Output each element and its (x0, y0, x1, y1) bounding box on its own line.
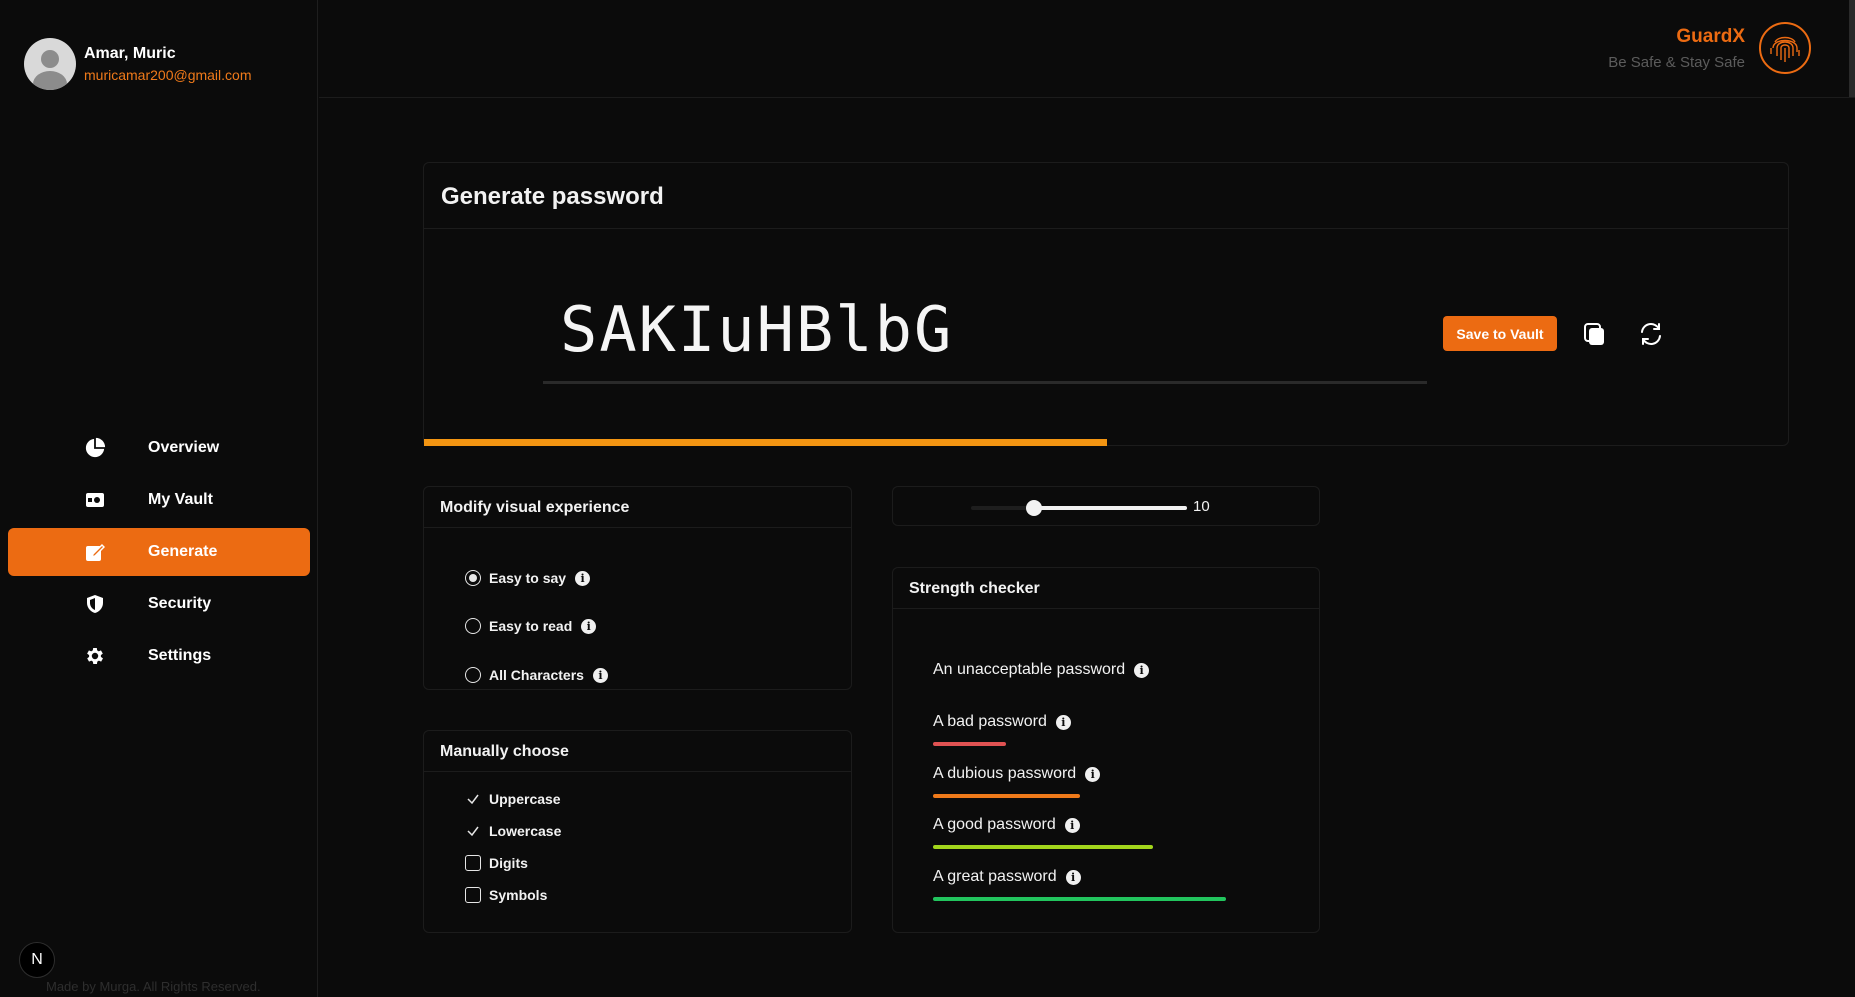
section-title: Strength checker (893, 568, 1319, 609)
sidebar-item-label: Overview (148, 439, 220, 456)
strength-level-bad: A bad password i (933, 713, 1071, 731)
radio-button[interactable] (465, 618, 481, 634)
generate-password-card: Generate password SAKIuHBlbG Save to Vau… (423, 162, 1789, 446)
slider-thumb[interactable] (1025, 500, 1042, 516)
brand-tagline: Be Safe & Stay Safe (1608, 54, 1745, 71)
option-label: Easy to read (489, 618, 573, 634)
length-slider-card: 10 (892, 486, 1320, 526)
sidebar: Amar, Muric muricamar200@gmail.com Overv… (0, 0, 318, 997)
sidebar-item-label: Security (148, 595, 212, 612)
user-email: muricamar200@gmail.com (84, 67, 252, 83)
info-icon[interactable]: i (1064, 817, 1080, 833)
edit-icon (83, 540, 107, 564)
strength-level-bar (933, 742, 1007, 746)
info-icon[interactable]: i (1134, 662, 1150, 678)
strength-level-good: A good password i (933, 816, 1080, 834)
info-icon[interactable]: i (1055, 714, 1071, 730)
info-icon[interactable]: i (575, 570, 591, 586)
vault-icon (83, 488, 107, 512)
radio-easy-to-read[interactable]: Easy to read i (465, 618, 597, 634)
scrollbar[interactable] (1849, 0, 1855, 97)
pie-chart-icon (83, 436, 107, 460)
checkbox[interactable] (465, 823, 481, 839)
radio-button[interactable] (465, 570, 481, 586)
card-title: Generate password (424, 163, 1788, 229)
option-label: Easy to say (489, 570, 567, 586)
sidebar-item-security[interactable]: Security (8, 580, 310, 628)
fingerprint-icon (1759, 22, 1811, 74)
radio-easy-to-say[interactable]: Easy to say i (465, 570, 591, 586)
checkbox-digits[interactable]: Digits (465, 855, 528, 871)
info-icon[interactable]: i (1085, 766, 1101, 782)
checkbox[interactable] (465, 887, 481, 903)
user-profile[interactable]: Amar, Muric muricamar200@gmail.com (24, 38, 251, 90)
checkbox[interactable] (465, 855, 481, 871)
sidebar-item-label: Settings (148, 647, 212, 664)
option-label: All Characters (489, 667, 584, 683)
level-label: A great password (933, 868, 1057, 885)
checkbox-lowercase[interactable]: Lowercase (465, 823, 561, 839)
sidebar-item-label: My Vault (148, 491, 213, 508)
strength-level-great: A great password i (933, 868, 1081, 886)
sidebar-item-overview[interactable]: Overview (8, 424, 310, 472)
info-icon[interactable]: i (1065, 869, 1081, 885)
sidebar-item-label: Generate (148, 543, 218, 560)
refresh-icon[interactable] (1637, 320, 1665, 348)
gear-icon (83, 644, 107, 668)
option-label: Lowercase (489, 823, 562, 839)
password-strength-bar (424, 439, 1790, 446)
password-strength-fill (424, 439, 1107, 446)
info-icon[interactable]: i (592, 667, 608, 683)
password-underline (543, 381, 1427, 384)
generated-password[interactable]: SAKIuHBlbG (560, 293, 953, 366)
checkbox-symbols[interactable]: Symbols (465, 887, 547, 903)
option-label: Digits (489, 855, 528, 871)
slider-fill (1033, 506, 1187, 510)
option-label: Uppercase (489, 791, 561, 807)
strength-checker-card: Strength checker An unacceptable passwor… (892, 567, 1320, 933)
section-title: Manually choose (424, 731, 851, 772)
shield-icon (83, 592, 107, 616)
brand-name: GuardX (1676, 26, 1745, 47)
level-label: A dubious password (933, 765, 1077, 782)
strength-level-dubious: A dubious password i (933, 765, 1101, 783)
info-icon[interactable]: i (581, 618, 597, 634)
strength-level-bar (933, 897, 1226, 901)
sidebar-nav: Overview My Vault Generate Security Sett… (8, 424, 310, 684)
strength-level-bar (933, 794, 1080, 798)
save-to-vault-button[interactable]: Save to Vault (1443, 316, 1557, 351)
level-label: A good password (933, 816, 1056, 833)
level-label: An unacceptable password (933, 661, 1126, 678)
checkbox-uppercase[interactable]: Uppercase (465, 791, 561, 807)
section-title: Modify visual experience (424, 487, 851, 528)
strength-level-bar (933, 845, 1153, 849)
radio-button[interactable] (465, 667, 481, 683)
sidebar-item-generate[interactable]: Generate (8, 528, 310, 576)
option-label: Symbols (489, 887, 548, 903)
sidebar-item-my-vault[interactable]: My Vault (8, 476, 310, 524)
footer-copyright: Made by Murga. All Rights Reserved. (46, 979, 261, 994)
framework-badge[interactable]: N (19, 942, 55, 978)
length-value: 10 (1193, 498, 1210, 515)
length-slider[interactable] (971, 500, 1187, 516)
user-name: Amar, Muric (84, 45, 176, 62)
brand: GuardX Be Safe & Stay Safe (1608, 26, 1745, 71)
top-header: GuardX Be Safe & Stay Safe (319, 0, 1855, 98)
radio-all-characters[interactable]: All Characters i (465, 667, 608, 683)
copy-icon[interactable] (1581, 320, 1609, 348)
manual-choose-card: Manually choose Uppercase Lowercase Digi… (423, 730, 852, 933)
level-label: A bad password (933, 713, 1047, 730)
avatar (24, 38, 76, 90)
strength-level-unacceptable: An unacceptable password i (933, 661, 1150, 679)
visual-experience-card: Modify visual experience Easy to say i E… (423, 486, 852, 690)
checkbox[interactable] (465, 791, 481, 807)
sidebar-item-settings[interactable]: Settings (8, 632, 310, 680)
